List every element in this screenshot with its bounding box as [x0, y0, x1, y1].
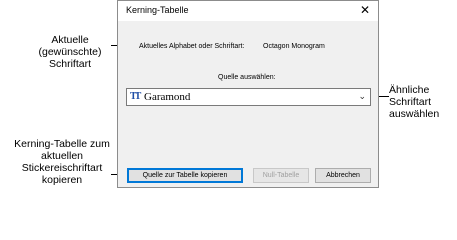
- callout-line: kopieren: [41, 174, 83, 186]
- callout-line: (gewünschte): [38, 46, 102, 58]
- callout-line: Stickereischriftart: [21, 162, 103, 174]
- cancel-button[interactable]: Abbrechen: [315, 168, 371, 183]
- callout-similar-font: Ähnliche Schriftart auswählen: [389, 84, 455, 120]
- callout-line: Kerning-Tabelle zum: [14, 138, 110, 150]
- callout-line: aktuellen: [40, 150, 84, 162]
- chevron-down-icon[interactable]: ⌄: [358, 91, 366, 102]
- null-table-button[interactable]: Null-Tabelle: [253, 168, 309, 183]
- callout-current-font: Aktuelle (gewünschte) Schriftart: [28, 34, 112, 70]
- callout-line: Schriftart: [389, 96, 432, 108]
- current-font-value: Octagon Monogram: [263, 43, 325, 50]
- dialog-title: Kerning-Tabelle: [126, 5, 189, 15]
- source-label: Quelle auswählen:: [218, 74, 276, 81]
- callout-line: auswählen: [389, 108, 440, 120]
- truetype-icon: TT: [130, 91, 141, 102]
- callout-line: Ähnliche: [389, 84, 430, 96]
- source-font-value: Garamond: [144, 91, 191, 103]
- callout-line: Schriftart: [48, 58, 91, 70]
- callout-copy-table: Kerning-Tabelle zum aktuellen Stickereis…: [8, 138, 116, 186]
- title-bar: Kerning-Tabelle ✕: [118, 1, 378, 21]
- copy-source-button[interactable]: Quelle zur Tabelle kopieren: [127, 168, 243, 183]
- close-icon[interactable]: ✕: [358, 3, 372, 17]
- current-font-label: Aktuelles Alphabet oder Schriftart:: [139, 43, 245, 50]
- callout-line: Aktuelle: [51, 34, 89, 46]
- kerning-table-dialog: Kerning-Tabelle ✕ Aktuelles Alphabet ode…: [117, 0, 379, 188]
- source-font-select[interactable]: TT Garamond ⌄: [126, 88, 371, 106]
